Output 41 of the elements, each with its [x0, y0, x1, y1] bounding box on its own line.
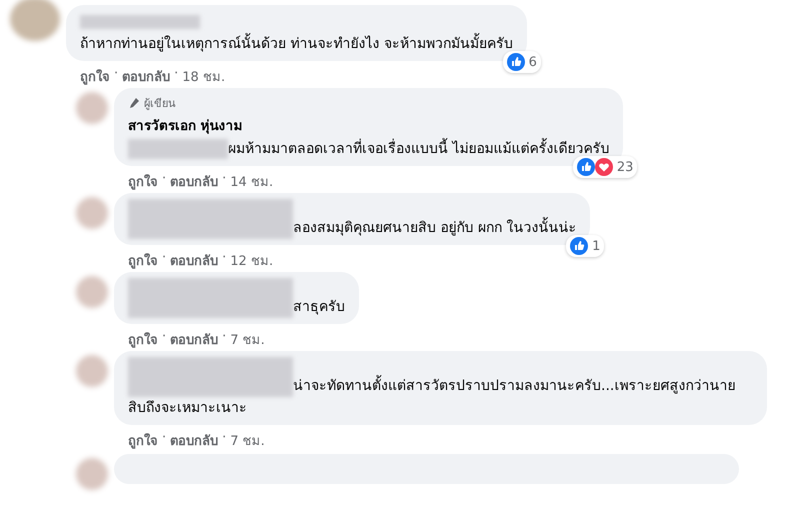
avatar[interactable]	[76, 458, 108, 490]
separator: ·	[222, 171, 226, 188]
comment-time[interactable]: 12 ชม.	[230, 250, 274, 270]
action-link[interactable]: ถูกใจ	[128, 171, 158, 191]
separator: ·	[174, 66, 178, 83]
comment-time[interactable]: 18 ชม.	[182, 66, 226, 86]
action-link[interactable]: ถูกใจ	[128, 250, 158, 270]
separator: ·	[162, 171, 166, 188]
comment-time[interactable]: 14 ชม.	[230, 171, 274, 191]
separator: ·	[162, 430, 166, 447]
action-link[interactable]: ถูกใจ	[80, 66, 110, 86]
comment-text: สาธุครับ	[293, 299, 345, 315]
reaction-count[interactable]: 23	[572, 156, 638, 178]
author-name[interactable]: สารวัตรเอก หุ่นงาม	[128, 114, 610, 136]
comment-time[interactable]: 7 ชม.	[230, 430, 265, 450]
action-link[interactable]: ถูกใจ	[128, 329, 158, 349]
separator: ·	[222, 329, 226, 346]
separator: ·	[222, 250, 226, 267]
thumbs-up-icon	[576, 158, 595, 176]
avatar[interactable]	[76, 197, 108, 229]
reaction-count[interactable]: 6	[502, 51, 541, 73]
avatar[interactable]	[76, 355, 108, 387]
comment-time[interactable]: 7 ชม.	[230, 329, 265, 349]
separator: ·	[114, 66, 118, 83]
thumbs-up-icon	[506, 53, 525, 71]
action-link[interactable]: ตอบกลับ	[170, 250, 218, 270]
action-link[interactable]: ตอบกลับ	[170, 329, 218, 349]
avatar[interactable]	[76, 276, 108, 308]
separator: ·	[222, 430, 226, 447]
action-link[interactable]: ตอบกลับ	[170, 171, 218, 191]
action-link[interactable]: ตอบกลับ	[122, 66, 170, 86]
pen-icon	[128, 97, 140, 109]
separator: ·	[162, 329, 166, 346]
badge-label: ผู้เขียน	[144, 96, 176, 112]
reaction-count[interactable]: 1	[566, 235, 604, 257]
avatar[interactable]	[10, 0, 60, 41]
thumbs-up-icon	[570, 237, 588, 255]
action-link[interactable]: ตอบกลับ	[170, 430, 218, 450]
action-link[interactable]: ถูกใจ	[128, 430, 158, 450]
avatar[interactable]	[76, 92, 108, 124]
separator: ·	[162, 250, 166, 267]
